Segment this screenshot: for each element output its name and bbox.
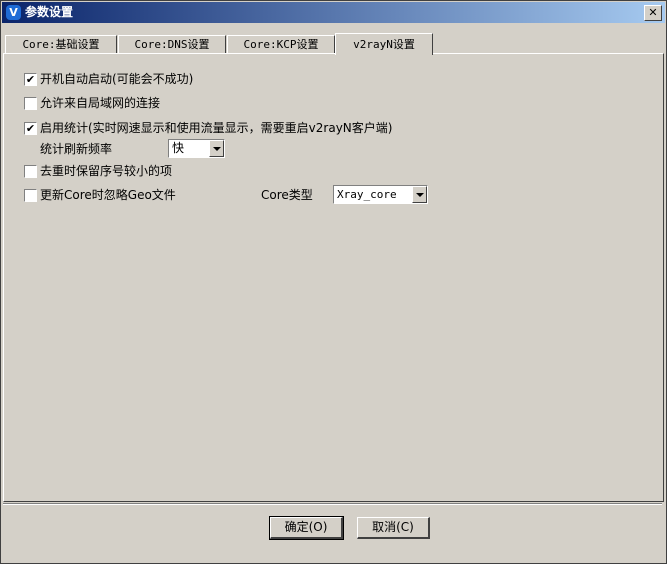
ok-button[interactable]: 确定(O) <box>269 516 344 540</box>
tab-v2rayn-settings[interactable]: v2rayN设置 <box>335 33 433 55</box>
settings-dialog: V 参数设置 ✕ Core:基础设置 Core:DNS设置 Core:KCP设置… <box>0 0 667 564</box>
dedup-label: 去重时保留序号较小的项 <box>40 164 173 178</box>
chevron-down-icon <box>416 193 424 197</box>
auto-start-checkbox[interactable]: ✔ <box>24 73 37 86</box>
checkmark-icon: ✔ <box>25 122 36 135</box>
dropdown-button[interactable] <box>412 186 427 203</box>
dedup-checkbox[interactable] <box>24 165 37 178</box>
title-bar: V 参数设置 ✕ <box>2 2 665 23</box>
ignore-geo-checkbox[interactable] <box>24 189 37 202</box>
bottom-divider <box>3 503 662 505</box>
tab-core-kcp[interactable]: Core:KCP设置 <box>227 35 335 54</box>
dropdown-button[interactable] <box>209 140 224 157</box>
allow-lan-label: 允许来自局域网的连接 <box>40 96 161 110</box>
cancel-button[interactable]: 取消(C) <box>357 517 430 539</box>
settings-panel: ✔ 开机自动启动(可能会不成功) 允许来自局域网的连接 ✔ 启用统计(实时网速显… <box>3 53 664 502</box>
ignore-geo-label: 更新Core时忽略Geo文件 <box>40 188 176 202</box>
close-button[interactable]: ✕ <box>644 5 662 21</box>
stats-freq-value: 快 <box>172 141 185 155</box>
core-type-value: Xray_core <box>337 188 397 201</box>
enable-stats-label: 启用统计(实时网速显示和使用流量显示，需要重启v2rayN客户端) <box>40 121 393 135</box>
enable-stats-checkbox[interactable]: ✔ <box>24 122 37 135</box>
stats-freq-label: 统计刷新频率 <box>40 142 113 156</box>
auto-start-label: 开机自动启动(可能会不成功) <box>40 72 194 86</box>
window-title: 参数设置 <box>25 5 74 19</box>
tab-core-basic[interactable]: Core:基础设置 <box>5 35 117 54</box>
checkmark-icon: ✔ <box>25 73 36 86</box>
core-type-select[interactable]: Xray_core <box>333 185 428 204</box>
chevron-down-icon <box>213 147 221 151</box>
v2rayn-app-icon: V <box>6 5 21 20</box>
tab-core-dns[interactable]: Core:DNS设置 <box>118 35 226 54</box>
allow-lan-checkbox[interactable] <box>24 97 37 110</box>
core-type-label: Core类型 <box>261 188 313 202</box>
close-icon: ✕ <box>648 6 658 19</box>
stats-freq-select[interactable]: 快 <box>168 139 225 158</box>
